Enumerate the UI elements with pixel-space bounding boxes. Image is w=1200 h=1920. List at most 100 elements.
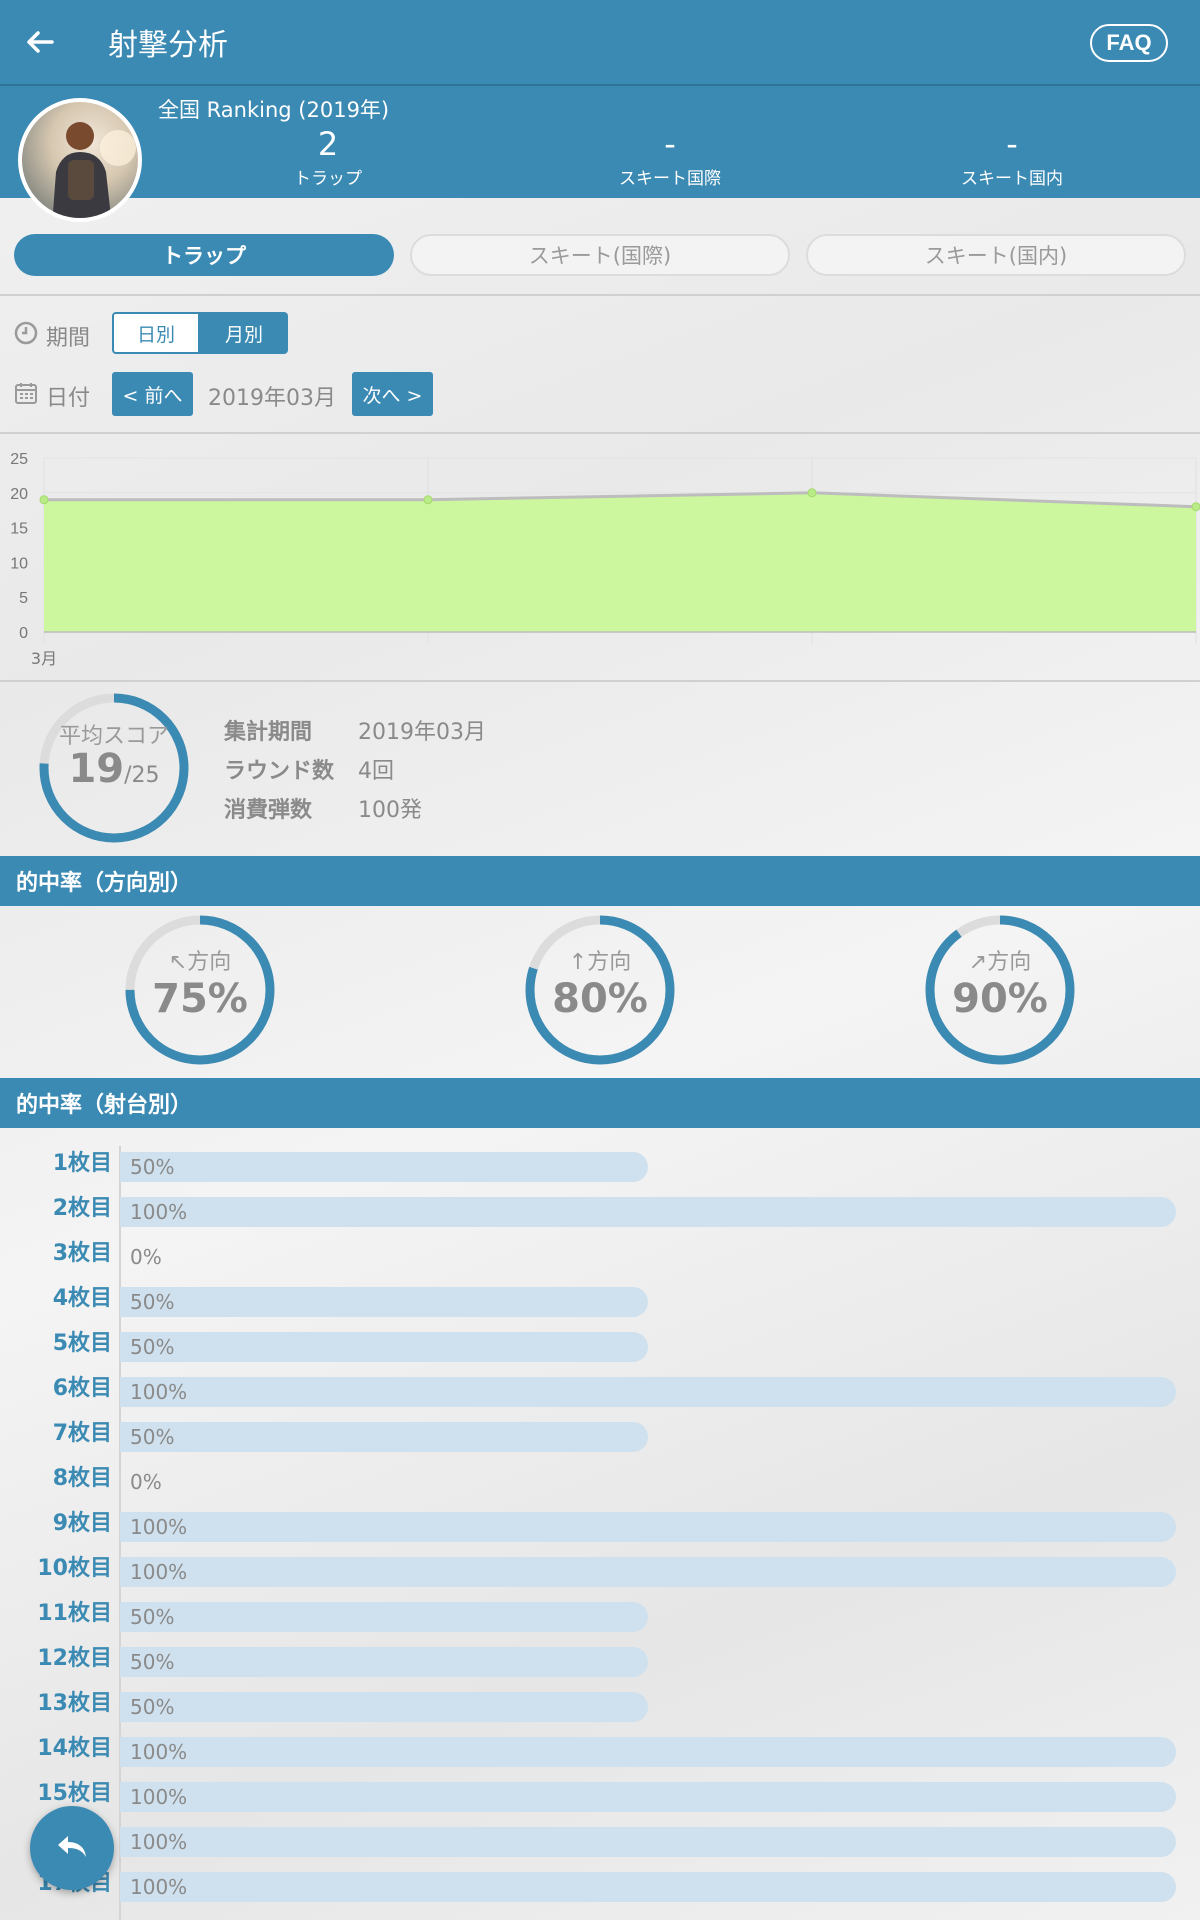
station-bar bbox=[120, 1602, 648, 1632]
station-percent: 50% bbox=[130, 1335, 175, 1359]
direction-label: ↑方向 bbox=[568, 950, 632, 975]
ranking-value: 2 bbox=[317, 125, 339, 163]
ranking-skeet-domestic: - スキート国内 bbox=[862, 124, 1162, 189]
station-row: 7枚目 50% bbox=[0, 1416, 1200, 1452]
station-row: 17枚目100% bbox=[0, 1866, 1200, 1902]
station-bar-track: 50% bbox=[120, 1647, 1176, 1677]
station-bar-track: 50% bbox=[120, 1152, 1176, 1182]
average-score-number: 19 bbox=[68, 746, 125, 792]
station-label: 12枚目 bbox=[37, 1646, 112, 1671]
ranking-trap: 2 トラップ bbox=[178, 124, 478, 189]
average-score-value: 19/25 bbox=[24, 746, 204, 792]
faq-button[interactable]: FAQ bbox=[1090, 24, 1168, 62]
station-bar-track: 100% bbox=[120, 1377, 1176, 1407]
period-daily-button[interactable]: 日別 bbox=[112, 312, 200, 354]
station-label: 11枚目 bbox=[37, 1601, 112, 1626]
ranking-value: - bbox=[1006, 125, 1018, 163]
station-section-header: 的中率（射台別） bbox=[0, 1078, 1200, 1128]
y-tick-label: 5 bbox=[19, 590, 28, 607]
station-bar-track: 0% bbox=[120, 1242, 1176, 1272]
station-row: 8枚目 0% bbox=[0, 1461, 1200, 1497]
station-percent: 100% bbox=[130, 1200, 188, 1224]
station-bar-track: 100% bbox=[120, 1782, 1176, 1812]
station-row: 4枚目 50% bbox=[0, 1281, 1200, 1317]
station-percent: 100% bbox=[130, 1380, 188, 1404]
ranking-title: 全国 Ranking (2019年) bbox=[158, 98, 390, 122]
date-value: 2019年03月 bbox=[208, 386, 336, 411]
divider bbox=[0, 432, 1200, 434]
station-row: 14枚目 100% bbox=[0, 1731, 1200, 1767]
station-bar-track: 50% bbox=[120, 1287, 1176, 1317]
station-percent: 50% bbox=[130, 1425, 175, 1449]
ranking-label: スキート国際 bbox=[619, 169, 721, 189]
direction-gauge: ↑方向 80% bbox=[520, 910, 680, 1070]
data-point bbox=[423, 495, 433, 505]
back-arrow-icon[interactable] bbox=[18, 20, 62, 64]
station-label: 1枚目 bbox=[52, 1151, 112, 1176]
tab-skeet-domestic[interactable]: スキート(国内) bbox=[806, 234, 1186, 276]
summary-panel: 平均スコア 19/25 bbox=[0, 684, 1200, 854]
station-bar bbox=[120, 1557, 1176, 1587]
tab-skeet-intl[interactable]: スキート(国際) bbox=[410, 234, 790, 276]
stat-value: 100発 bbox=[358, 797, 422, 823]
station-label: 2枚目 bbox=[52, 1196, 112, 1221]
page-title: 射撃分析 bbox=[108, 28, 228, 63]
station-label: 13枚目 bbox=[37, 1691, 112, 1716]
reply-icon bbox=[52, 1826, 92, 1870]
station-label: 10枚目 bbox=[37, 1556, 112, 1581]
station-bar bbox=[120, 1197, 1176, 1227]
y-tick-label: 10 bbox=[10, 555, 28, 572]
period-monthly-button[interactable]: 月別 bbox=[200, 312, 288, 354]
station-row: 16枚目100% bbox=[0, 1821, 1200, 1857]
direction-label: ↗方向 bbox=[968, 950, 1032, 975]
ranking-skeet-intl: - スキート国際 bbox=[520, 124, 820, 189]
y-tick-label: 20 bbox=[10, 486, 28, 503]
data-point bbox=[807, 488, 817, 498]
stat-row: 消費弾数 100発 bbox=[224, 788, 486, 827]
station-bar-track: 0% bbox=[120, 1467, 1176, 1497]
prev-button[interactable]: < 前へ bbox=[112, 372, 193, 416]
station-label: 7枚目 bbox=[52, 1421, 112, 1446]
station-label: 8枚目 bbox=[52, 1466, 112, 1491]
stat-key: 集計期間 bbox=[224, 719, 313, 745]
direction-label: ↖方向 bbox=[168, 950, 232, 975]
station-bar-track: 100% bbox=[120, 1512, 1176, 1542]
station-percent: 100% bbox=[130, 1785, 188, 1809]
score-area bbox=[44, 492, 1196, 632]
tab-trap[interactable]: トラップ bbox=[14, 234, 394, 276]
station-percent: 50% bbox=[130, 1155, 175, 1179]
stat-row: 集計期間 2019年03月 bbox=[224, 710, 486, 749]
period-toggle: 日別 月別 bbox=[112, 312, 288, 354]
station-label: 6枚目 bbox=[52, 1376, 112, 1401]
station-bar-track: 100% bbox=[120, 1827, 1176, 1857]
period-label: 期間 bbox=[14, 320, 90, 352]
station-bar-track: 50% bbox=[120, 1422, 1176, 1452]
station-percent: 50% bbox=[130, 1695, 175, 1719]
station-percent: 0% bbox=[130, 1470, 162, 1494]
reply-fab-button[interactable] bbox=[30, 1806, 114, 1890]
station-row: 6枚目 100% bbox=[0, 1371, 1200, 1407]
station-bar bbox=[120, 1647, 648, 1677]
direction-gauge: ↗方向 90% bbox=[920, 910, 1080, 1070]
ranking-label: スキート国内 bbox=[961, 169, 1063, 189]
station-bar bbox=[120, 1332, 648, 1362]
station-bar bbox=[120, 1377, 1176, 1407]
divider bbox=[0, 680, 1200, 682]
station-label: 4枚目 bbox=[52, 1286, 112, 1311]
direction-percent: 80% bbox=[552, 976, 648, 1022]
station-bar bbox=[120, 1737, 1176, 1767]
station-label: 5枚目 bbox=[52, 1331, 112, 1356]
station-row: 5枚目 50% bbox=[0, 1326, 1200, 1362]
next-button[interactable]: 次へ > bbox=[352, 372, 433, 416]
station-label: 3枚目 bbox=[52, 1241, 112, 1266]
station-label: 15枚目 bbox=[37, 1781, 112, 1806]
date-label-text: 日付 bbox=[46, 386, 91, 411]
station-percent: 100% bbox=[130, 1515, 188, 1539]
station-row: 3枚目 0% bbox=[0, 1236, 1200, 1272]
station-row: 12枚目 50% bbox=[0, 1641, 1200, 1677]
station-bar-track: 100% bbox=[120, 1197, 1176, 1227]
station-percent: 50% bbox=[130, 1650, 175, 1674]
direction-percent: 75% bbox=[152, 976, 248, 1022]
ranking-panel: 全国 Ranking (2019年) 2 トラップ - スキート国際 - スキー… bbox=[0, 86, 1200, 222]
station-bar bbox=[120, 1692, 648, 1722]
